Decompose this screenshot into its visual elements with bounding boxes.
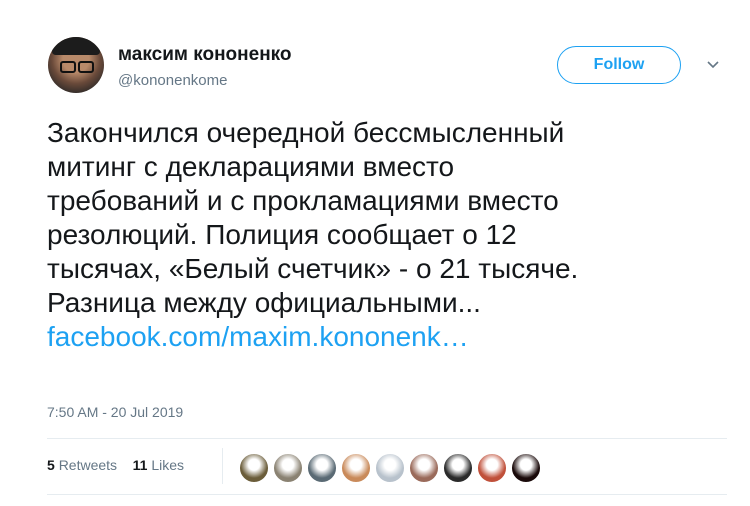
follow-button[interactable]: Follow: [557, 46, 681, 84]
stats-separator: [222, 448, 223, 484]
liker-avatar[interactable]: [476, 452, 508, 484]
liker-avatar[interactable]: [238, 452, 270, 484]
liker-avatar[interactable]: [340, 452, 372, 484]
tweet-line: Разница между официальными...: [47, 287, 481, 318]
user-avatar[interactable]: [48, 37, 104, 93]
tweet-text: Закончился очередной бессмысленный митин…: [47, 116, 727, 354]
liker-avatar[interactable]: [306, 452, 338, 484]
divider-top: [47, 438, 727, 439]
tweet-link[interactable]: facebook.com/maxim.kononenk…: [47, 320, 727, 354]
avatar-glasses-right: [78, 61, 94, 73]
retweets-label: Retweets: [58, 457, 118, 473]
tweet-line: тысячах, «Белый счетчик» - о 21 тысяче.: [47, 253, 579, 284]
avatar-hat: [52, 37, 100, 55]
retweets-stat[interactable]: 5 Retweets: [47, 457, 117, 473]
likes-label: Likes: [151, 457, 184, 473]
tweet-line: требований и с прокламациями вместо: [47, 185, 559, 216]
liker-avatar[interactable]: [442, 452, 474, 484]
avatar-glasses-left: [60, 61, 76, 73]
display-name[interactable]: максим кононенко: [118, 44, 292, 66]
liker-avatar[interactable]: [272, 452, 304, 484]
engagement-stats: 5 Retweets 11 Likes: [47, 457, 184, 473]
likes-stat[interactable]: 11 Likes: [133, 457, 184, 473]
tweet-timestamp[interactable]: 7:50 AM - 20 Jul 2019: [47, 404, 183, 420]
liker-avatar[interactable]: [510, 452, 542, 484]
liker-avatar[interactable]: [408, 452, 440, 484]
likes-count: 11: [132, 457, 148, 473]
chevron-down-icon[interactable]: [706, 58, 720, 72]
user-handle[interactable]: @kononenkome: [118, 72, 227, 89]
tweet-line: митинг с декларациями вместо: [47, 151, 455, 182]
retweets-count: 5: [47, 457, 55, 473]
tweet-line: резолюций. Полиция сообщает о 12: [47, 219, 517, 250]
tweet-line: Закончился очередной бессмысленный: [47, 117, 565, 148]
divider-bottom: [47, 494, 727, 495]
liker-avatar[interactable]: [374, 452, 406, 484]
